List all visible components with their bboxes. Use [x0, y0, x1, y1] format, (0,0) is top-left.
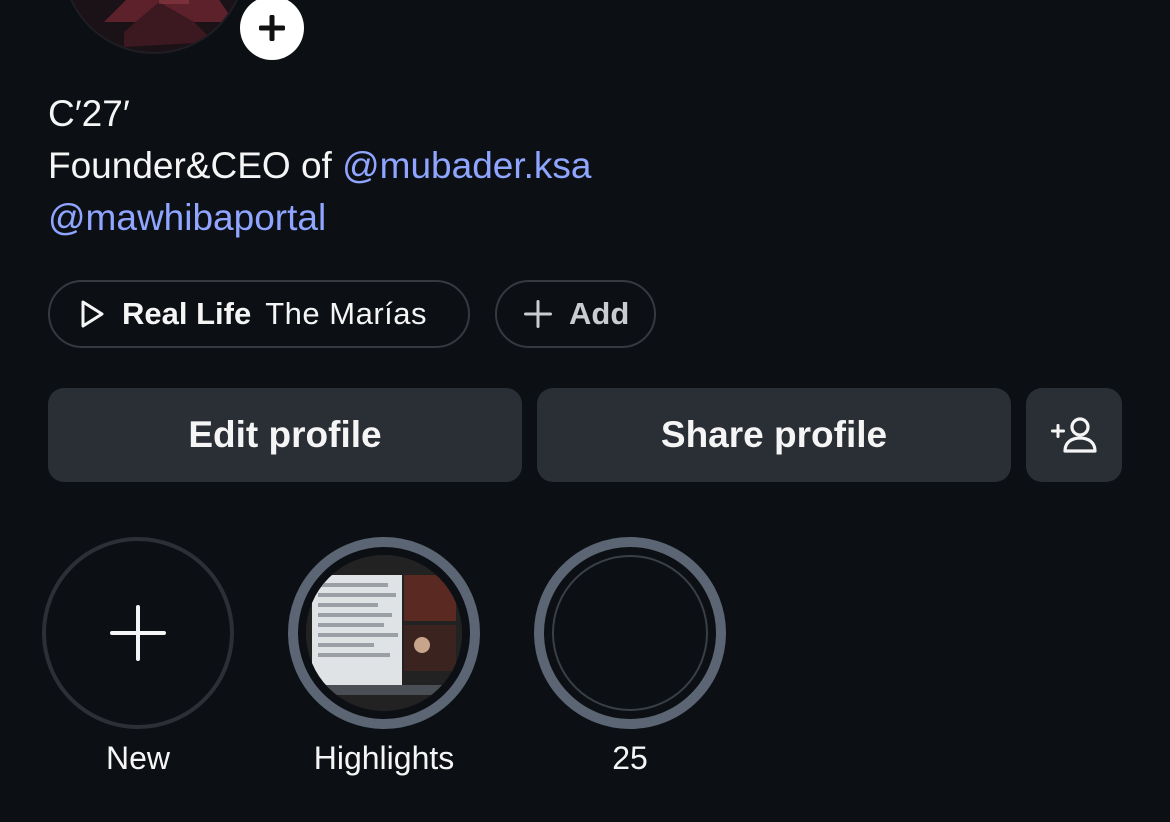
mention-link-mawhiba[interactable]: @mawhibaportal	[48, 197, 326, 238]
music-chip[interactable]: Real Life The Marías	[48, 280, 470, 348]
profile-bio: C′27′ Founder&CEO of @mubader.ksa @mawhi…	[48, 88, 592, 244]
avatar-image	[64, 0, 244, 52]
bio-text: Founder&CEO of	[48, 145, 343, 186]
music-title: Real Life	[122, 296, 252, 331]
edit-profile-button[interactable]: Edit profile	[48, 388, 522, 482]
avatar[interactable]	[62, 0, 246, 54]
highlight-item[interactable]	[534, 537, 726, 729]
highlight-item[interactable]	[288, 537, 480, 729]
highlight-cover-image	[306, 555, 462, 711]
profile-page: C′27′ Founder&CEO of @mubader.ksa @mawhi…	[0, 0, 1170, 822]
add-user-button[interactable]	[1026, 388, 1122, 482]
add-person-icon	[1051, 417, 1097, 453]
add-link-chip[interactable]: Add	[495, 280, 656, 348]
add-story-button[interactable]	[230, 0, 314, 70]
plus-icon	[524, 300, 552, 328]
highlight-label: Highlights	[313, 740, 455, 776]
highlight-label: 25	[612, 740, 648, 776]
new-highlight-button[interactable]	[42, 537, 234, 729]
share-profile-button[interactable]: Share profile	[537, 388, 1011, 482]
add-label: Add	[569, 296, 630, 331]
highlight-cover	[552, 555, 708, 711]
music-artist: The Marías	[265, 296, 427, 331]
highlight-cover	[306, 555, 462, 711]
play-icon	[81, 300, 104, 328]
bio-line-3: @mawhibaportal	[48, 192, 592, 244]
plus-icon	[110, 605, 166, 661]
highlight-label: New	[105, 740, 170, 776]
add-story-circle	[240, 0, 304, 60]
bio-line-1: C′27′	[48, 93, 130, 134]
bio-line-2: Founder&CEO of @mubader.ksa	[48, 140, 592, 192]
plus-icon	[259, 15, 285, 41]
mention-link-mubader[interactable]: @mubader.ksa	[342, 145, 591, 186]
